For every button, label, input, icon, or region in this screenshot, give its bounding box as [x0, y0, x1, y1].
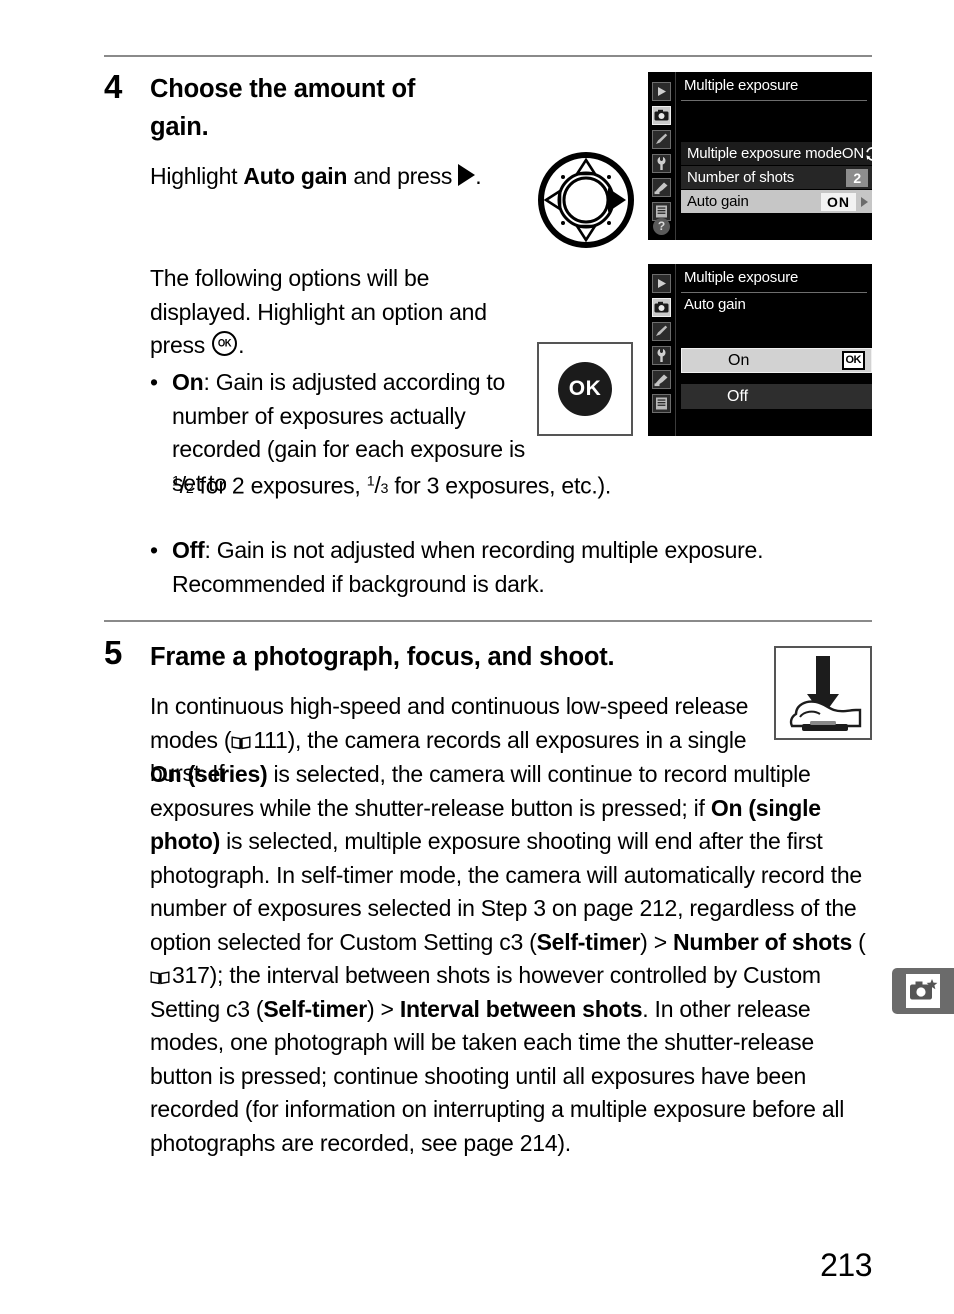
ok-button-label: OK — [558, 362, 612, 416]
s5-ref-2: 317 — [172, 962, 210, 988]
shutter-release-press-illustration — [774, 646, 872, 740]
bullet-off-body: Off: Gain is not adjusted when recording… — [150, 534, 878, 601]
custom-setting-pencil-icon[interactable] — [652, 322, 671, 341]
ok-badge-icon: OK — [841, 351, 865, 370]
manual-page: 4 Choose the amount of gain. Highlight A… — [0, 0, 954, 1314]
step-number-5: 5 — [104, 634, 122, 671]
menu-screen-subtitle: Auto gain — [684, 296, 746, 313]
page-number: 213 — [820, 1247, 872, 1283]
menu-sidebar: ? — [648, 72, 676, 240]
bullet-on-continuation: 1/2 for 2 exposures, 1/3 for 3 exposures… — [172, 466, 878, 507]
recent-settings-icon[interactable] — [652, 394, 671, 413]
bullet-on-text-b: for 2 exposures, — [193, 472, 367, 499]
frac1-numerator: 1 — [172, 474, 180, 490]
bullet-item-off: • Off: Gain is not adjusted when recordi… — [150, 534, 878, 601]
chapter-thumb-tab — [892, 968, 954, 1014]
menu-row-label: Auto gain — [687, 193, 749, 210]
option-value: OK — [841, 351, 872, 370]
menu-row-value-text: ON — [841, 145, 864, 162]
s5-seg-8: ) > — [366, 995, 400, 1022]
step-4-paragraph-1: Highlight Auto gain and press . — [150, 160, 520, 194]
setup-wrench-icon[interactable] — [652, 346, 671, 365]
p1-text-end: . — [475, 163, 482, 189]
cycle-icon — [865, 146, 872, 161]
shooting-menu-icon[interactable] — [652, 106, 671, 125]
menu-row-value: ON — [842, 145, 872, 162]
camera-menu-screen-multiple-exposure: ? Multiple exposure Multiple exposure mo… — [648, 72, 872, 240]
menu-row-number-of-shots[interactable]: Number of shots 2 — [681, 166, 872, 189]
step-5-body-main: On (series) is selected, the camera will… — [150, 758, 878, 1160]
bullet-off-label: Off — [172, 537, 205, 563]
playback-icon[interactable] — [652, 274, 671, 293]
menu-row-value: 2 — [846, 168, 872, 187]
book-page-reference-icon — [231, 735, 251, 750]
menu-screen-title: Multiple exposure — [684, 77, 799, 94]
retouch-brush-icon[interactable] — [652, 370, 671, 389]
s5-seg-6: ( — [852, 928, 866, 955]
s5-bold-self-timer-1: Self-timer — [536, 928, 641, 955]
menu-row-auto-gain[interactable]: Auto gain ON — [681, 190, 872, 213]
playback-icon[interactable] — [652, 82, 671, 101]
fraction-one-half: 1/2 — [172, 472, 194, 499]
option-label: Off — [727, 387, 749, 405]
option-row-on[interactable]: On OK — [681, 348, 872, 373]
step-number-4: 4 — [104, 68, 122, 105]
multi-selector-diagram — [538, 152, 634, 248]
bullet-on-label: On — [172, 369, 204, 395]
frac1-denominator: 2 — [185, 481, 194, 498]
title-underline — [681, 292, 867, 293]
section-divider-middle — [104, 620, 872, 622]
camera-menu-screen-auto-gain: Multiple exposure Auto gain On OK Off — [648, 264, 872, 436]
ok-button-glyph-icon — [212, 331, 238, 356]
custom-setting-pencil-icon[interactable] — [652, 130, 671, 149]
step-5-heading: Frame a photograph, focus, and shoot. — [150, 643, 615, 671]
bullet-off-text: : Gain is not adjusted when recording mu… — [172, 537, 764, 597]
menu-row-value-text: ON — [821, 192, 856, 211]
s5-bold-self-timer-2: Self-timer — [263, 995, 367, 1022]
p2-text-b: . — [238, 332, 245, 358]
bullet-marker: • — [150, 537, 158, 563]
bullet-marker: • — [150, 369, 158, 395]
right-arrow-icon — [458, 164, 476, 186]
menu-row-label: Number of shots — [687, 169, 795, 186]
p1-text-before: Highlight — [150, 163, 244, 189]
camera-star-icon — [910, 979, 938, 1000]
shooting-menu-icon[interactable] — [652, 298, 671, 317]
tab-icon-box — [906, 974, 940, 1008]
menu-row-value-text: 2 — [846, 168, 868, 187]
menu-screen-title: Multiple exposure — [684, 269, 799, 286]
book-page-reference-icon — [150, 970, 170, 985]
menu-row-label: Multiple exposure mode — [687, 145, 842, 162]
step-4-paragraph-2: The following options will be displayed.… — [150, 262, 530, 363]
chevron-right-icon — [861, 196, 868, 207]
option-row-off[interactable]: Off — [681, 384, 872, 409]
section-divider-top — [104, 55, 872, 57]
option-label: On — [728, 351, 750, 369]
s5-bold-number-of-shots: Number of shots — [673, 928, 853, 955]
s5-bold-interval-between-shots: Interval between shots — [399, 995, 643, 1022]
fraction-one-third: 1/3 — [366, 472, 389, 499]
setup-wrench-icon[interactable] — [652, 154, 671, 173]
p1-bold-auto-gain: Auto gain — [243, 163, 348, 189]
s5-seg-5: ) > — [640, 928, 674, 955]
ok-button-illustration: OK — [537, 342, 633, 436]
menu-row-multiple-exposure-mode[interactable]: Multiple exposure mode ON — [681, 142, 872, 165]
p2-text-a: The following options will be displayed.… — [150, 265, 487, 358]
s5-ref-1: 111 — [253, 726, 288, 753]
help-icon[interactable]: ? — [653, 218, 670, 235]
s5-bold-on-series: On (series) — [150, 761, 268, 787]
title-underline — [681, 100, 867, 101]
menu-sidebar — [648, 264, 676, 436]
step-4-heading: Choose the amount of gain. — [150, 75, 416, 141]
menu-row-value: ON — [821, 192, 872, 211]
bullet-on-text-c: for 3 exposures, etc.). — [388, 472, 612, 499]
retouch-brush-icon[interactable] — [652, 178, 671, 197]
p1-text-after: and press — [347, 163, 459, 189]
frac2-numerator: 1 — [366, 474, 375, 490]
